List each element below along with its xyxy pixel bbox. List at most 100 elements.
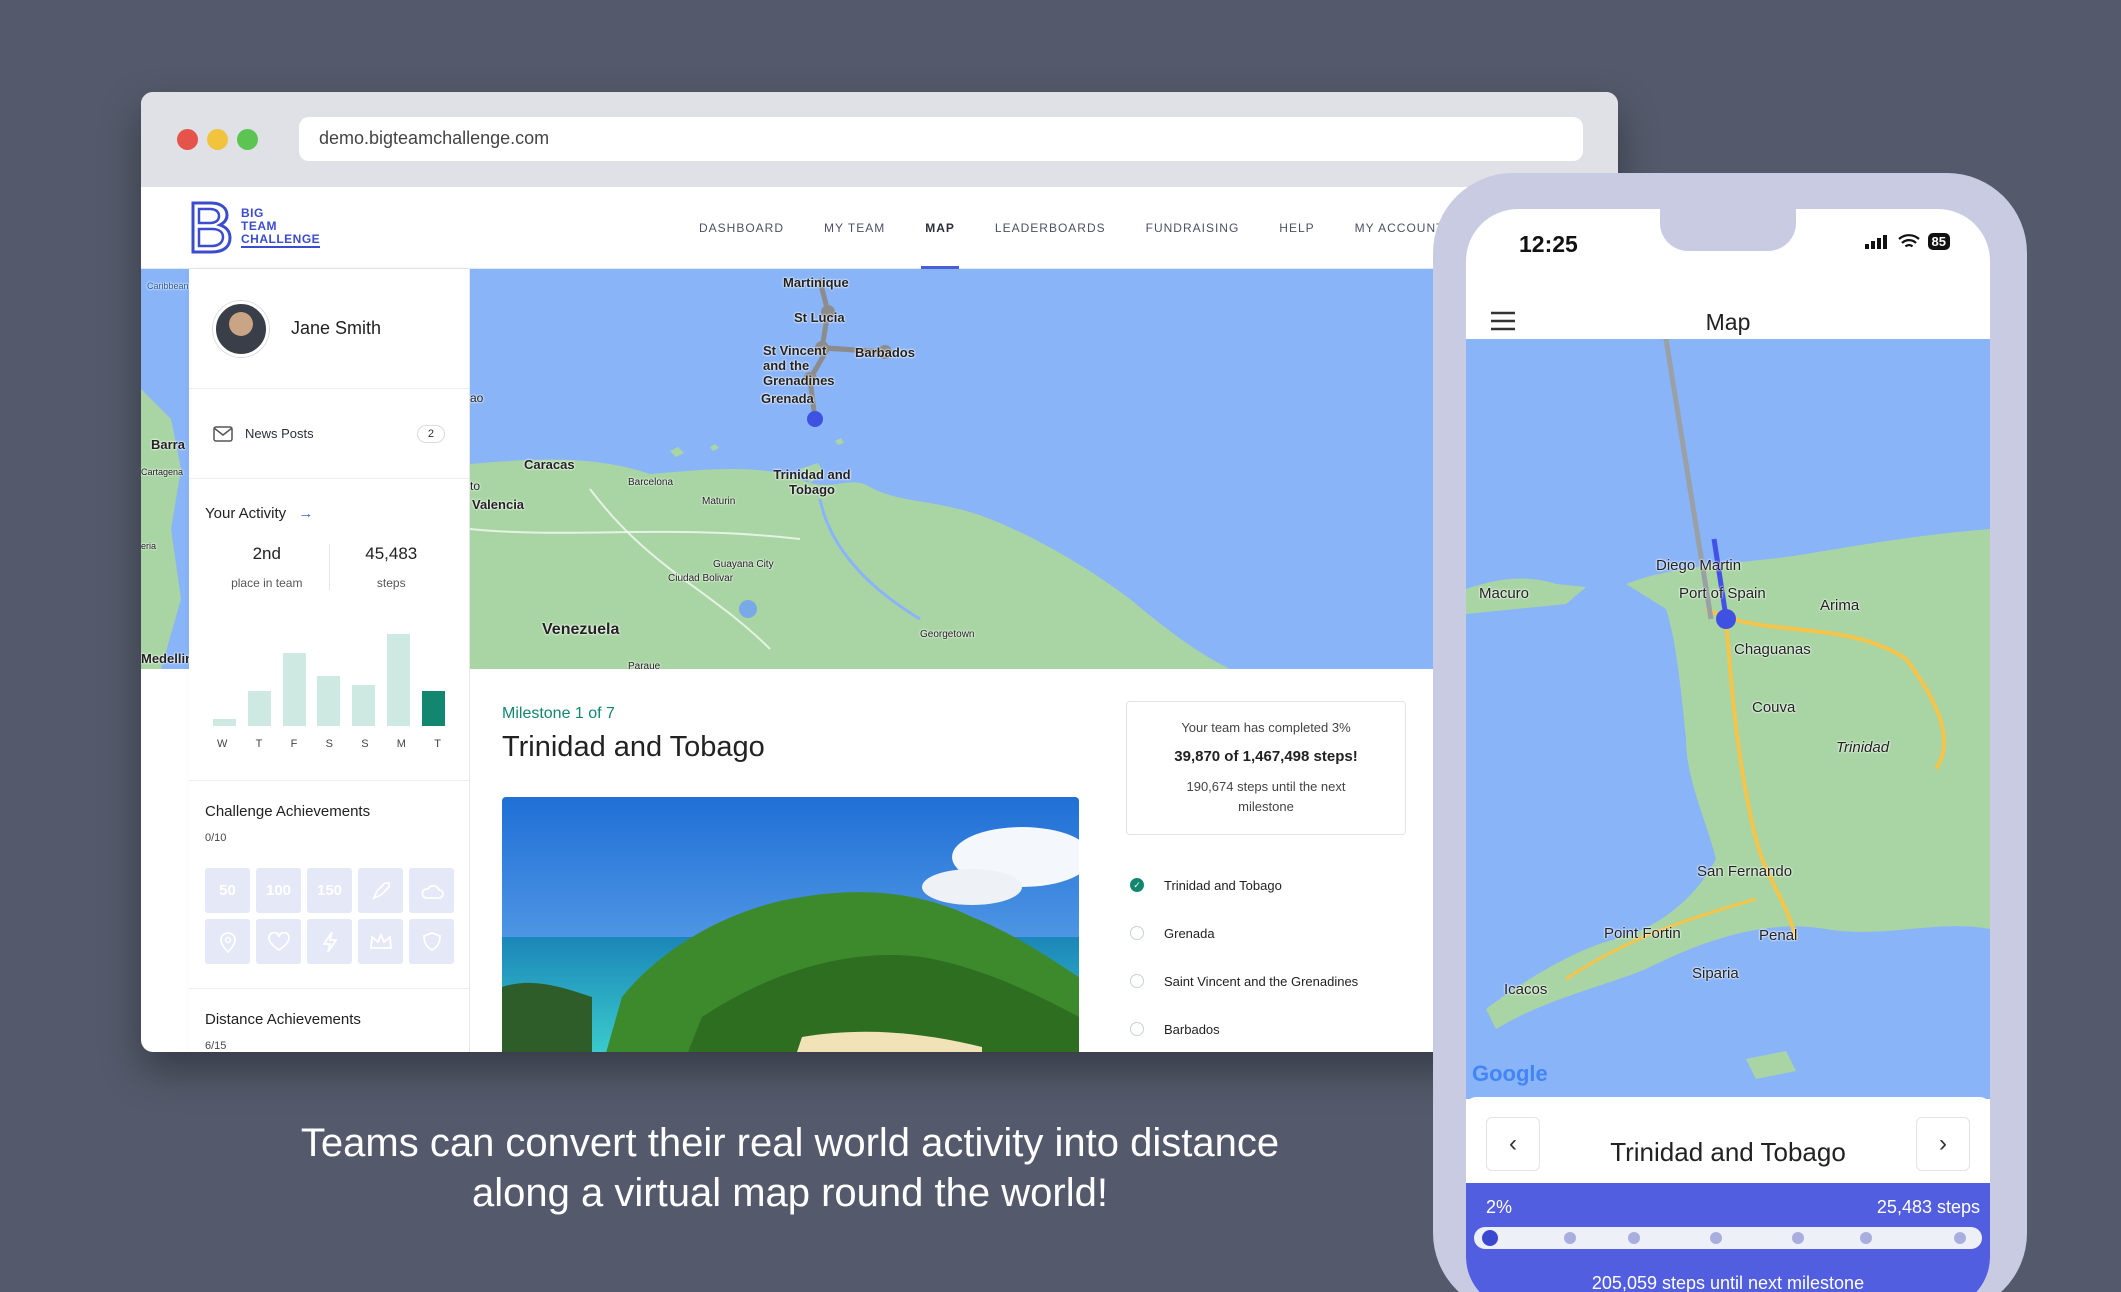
- nav-dashboard[interactable]: DASHBOARD: [699, 187, 784, 269]
- progress-percent: 2%: [1486, 1197, 1513, 1217]
- map-label-paraue: Paraue: [628, 661, 661, 669]
- challenge-achievements: Challenge Achievements 0/10 50 100 150: [189, 780, 469, 964]
- shield-icon[interactable]: [409, 919, 454, 964]
- activity-title-link[interactable]: Your Activity →: [205, 505, 453, 522]
- milestone-progress: 2% 25,483 steps 205,059 steps until next…: [1466, 1183, 1990, 1292]
- site-logo[interactable]: BIG TEAM CHALLENGE: [189, 199, 321, 255]
- check-icon: ✓: [1130, 878, 1144, 892]
- logo-line-big: BIG: [241, 205, 264, 220]
- map-label-maturin: Maturin: [702, 496, 736, 507]
- site-header: BIG TEAM CHALLENGE DASHBOARD MY TEAM MAP…: [141, 187, 1618, 269]
- progress-dot: [1564, 1232, 1576, 1244]
- milestone-card: ‹ › Trinidad and Tobago 2% 25,483 steps …: [1466, 1097, 1990, 1292]
- map-label-barra: Barra: [151, 437, 185, 452]
- pin-icon[interactable]: [205, 919, 250, 964]
- achievement-100[interactable]: 100: [256, 868, 301, 913]
- background-map[interactable]: Caribbean Barra Cartagena eria Medellin: [141, 269, 193, 669]
- distance-achievements-count: 6/15: [205, 1040, 227, 1052]
- address-bar[interactable]: demo.bigteamchallenge.com: [299, 117, 1583, 161]
- map-label-trinidad: Trinidad and Tobago: [773, 467, 851, 497]
- map-label-couva: Couva: [1752, 699, 1796, 716]
- nav-my-team[interactable]: MY TEAM: [824, 187, 885, 269]
- achievement-50[interactable]: 50: [205, 868, 250, 913]
- nav-my-account[interactable]: MY ACCOUNT: [1355, 187, 1445, 269]
- crown-icon[interactable]: [358, 919, 403, 964]
- activity-bar: [247, 691, 271, 726]
- promo-caption: Teams can convert their real world activ…: [190, 1118, 1390, 1218]
- map-label-to: to: [470, 479, 481, 493]
- caption-line-1: Teams can convert their real world activ…: [300, 1121, 1280, 1165]
- progress-dot: [1954, 1232, 1966, 1244]
- activity-bar: [282, 653, 306, 726]
- envelope-icon: [213, 425, 233, 442]
- challenge-achievements-title: Challenge Achievements: [205, 803, 371, 820]
- news-posts-link[interactable]: News Posts 2: [189, 389, 469, 479]
- nav-help[interactable]: HELP: [1279, 187, 1314, 269]
- day-label: S: [325, 738, 333, 750]
- map-label-grenada: Grenada: [761, 391, 814, 406]
- map-label-penal: Penal: [1759, 927, 1798, 944]
- map-label-macuro: Macuro: [1479, 585, 1530, 602]
- page-content: Caribbean Barra Cartagena eria Medellin …: [141, 269, 1618, 1052]
- day-label: W: [217, 738, 228, 750]
- stat-place: 2nd place in team: [205, 544, 329, 590]
- milestone-detail: Milestone 1 of 7 Trinidad and Tobago You…: [470, 669, 1440, 1052]
- progress-dot: [1628, 1232, 1640, 1244]
- milestone-step-label: Milestone 1 of 7: [502, 705, 615, 722]
- team-progress-next: 190,674 steps until the next milestone: [1186, 779, 1346, 814]
- maximize-window-button[interactable]: [237, 129, 258, 150]
- distance-achievements-title: Distance Achievements: [205, 1011, 361, 1028]
- progress-track: [1474, 1227, 1982, 1249]
- day-label: T: [434, 738, 441, 750]
- map-label-ciudad-bolivar: Ciudad Bolivar: [668, 573, 734, 584]
- milestone-item[interactable]: Saint Vincent and the Grenadines: [1130, 957, 1358, 1005]
- heart-icon[interactable]: [256, 919, 301, 964]
- steps-until-next: 205,059 steps until next milestone: [1591, 1273, 1865, 1292]
- close-window-button[interactable]: [177, 129, 198, 150]
- map-label-san-fernando: San Fernando: [1697, 863, 1793, 880]
- google-logo: Google: [1472, 1061, 1548, 1087]
- distance-achievements: Distance Achievements 6/15: [189, 988, 469, 1052]
- phone-notch: [1660, 209, 1796, 251]
- map-label-cartagena: Cartagena: [141, 467, 184, 477]
- arrow-right-icon: →: [298, 505, 314, 522]
- nav-leaderboards[interactable]: LEADERBOARDS: [995, 187, 1106, 269]
- challenge-achievements-count: 0/10: [205, 832, 227, 844]
- activity-bar: [387, 634, 411, 726]
- day-label: F: [290, 738, 298, 750]
- progress-dot: [1710, 1232, 1722, 1244]
- phone-map[interactable]: Diego Martin Port of Spain Arima Macuro …: [1466, 339, 1990, 1099]
- map-label-st-vincent: St Vincent and the Grenadines: [763, 343, 835, 388]
- minimize-window-button[interactable]: [207, 129, 228, 150]
- logo-b-icon: [191, 201, 232, 254]
- news-posts-label: News Posts: [245, 426, 314, 441]
- status-time: 12:25: [1519, 231, 1578, 257]
- nav-map[interactable]: MAP: [921, 187, 959, 269]
- map-label-arima: Arima: [1820, 597, 1860, 614]
- achievement-150[interactable]: 150: [307, 868, 352, 913]
- map-label-barbados: Barbados: [855, 345, 915, 360]
- team-progress-percent: Your team has completed 3%: [1181, 720, 1351, 735]
- achievement-grid: 50 100 150: [205, 868, 454, 964]
- bolt-icon[interactable]: [307, 919, 352, 964]
- stat-place-value: 2nd: [252, 544, 281, 563]
- milestone-item[interactable]: Grenada: [1130, 909, 1358, 957]
- weekly-days: WTFSSMT: [217, 738, 441, 750]
- route-map[interactable]: Martinique St Lucia St Vincent and the G…: [470, 269, 1440, 669]
- team-progress-steps: 39,870 of 1,467,498 steps!: [1174, 748, 1358, 765]
- rocket-icon[interactable]: [358, 868, 403, 913]
- stat-steps-label: steps: [376, 576, 406, 590]
- profile-card[interactable]: Jane Smith: [189, 269, 469, 389]
- nav-fundraising[interactable]: FUNDRAISING: [1146, 187, 1240, 269]
- map-label-ao: ao: [470, 391, 484, 405]
- island-photo-image: [502, 797, 1079, 1052]
- activity-bar: [421, 691, 445, 726]
- milestone-item-label: Grenada: [1164, 925, 1215, 941]
- browser-window: demo.bigteamchallenge.com BIG TEAM CHALL…: [141, 92, 1618, 1052]
- activity-bar: [317, 676, 341, 726]
- milestone-item[interactable]: ✓ Trinidad and Tobago: [1130, 861, 1358, 909]
- map-label-caribbean: Caribbean: [147, 281, 189, 291]
- milestone-item[interactable]: Barbados: [1130, 1005, 1358, 1052]
- cloud-icon[interactable]: [409, 868, 454, 913]
- avatar[interactable]: [213, 300, 269, 357]
